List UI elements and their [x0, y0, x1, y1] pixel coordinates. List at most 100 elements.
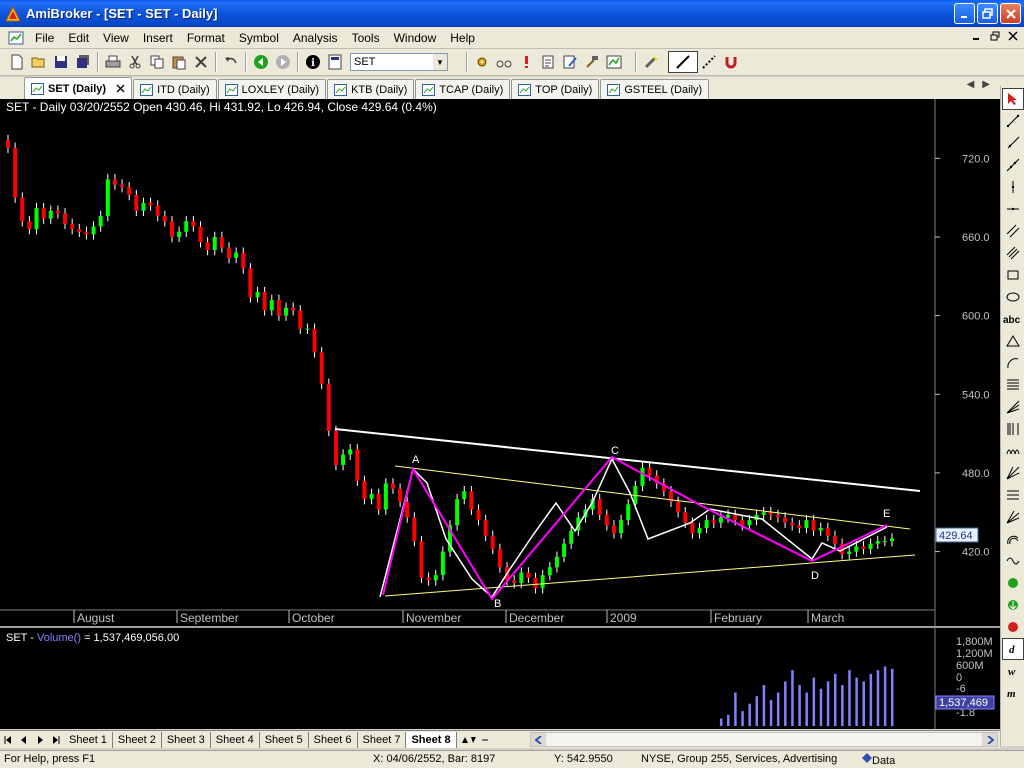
tab-tcap-daily[interactable]: TCAP (Daily)	[415, 79, 511, 99]
indicator-button[interactable]	[471, 51, 493, 73]
mdi-minimize-button[interactable]	[972, 30, 982, 44]
price-chart[interactable]: SET - Daily 03/20/2552 Open 430.46, Hi 4…	[0, 99, 1000, 729]
menu-edit[interactable]: Edit	[61, 29, 96, 47]
line-style-button[interactable]	[668, 51, 698, 73]
regression-tool[interactable]	[1002, 484, 1024, 506]
fibonacci-timezone-tool[interactable]	[1002, 418, 1024, 440]
wizard-button[interactable]	[581, 51, 603, 73]
trendline-tool[interactable]	[1002, 110, 1024, 132]
scroll-right-button[interactable]	[982, 733, 997, 746]
menu-insert[interactable]: Insert	[136, 29, 180, 47]
vertical-line-tool[interactable]	[1002, 176, 1024, 198]
sheet-tab-5[interactable]: Sheet 5	[260, 731, 309, 748]
channel-lower-line[interactable]	[384, 554, 916, 597]
minimize-button[interactable]	[954, 3, 975, 24]
tab-scroll-left-icon[interactable]: ◀	[967, 79, 975, 90]
sheet-tab-7[interactable]: Sheet 7	[358, 731, 407, 748]
sheet-next-button[interactable]	[32, 732, 48, 748]
sheet-last-button[interactable]	[48, 732, 64, 748]
select-tool[interactable]	[1001, 88, 1024, 110]
tab-top-daily[interactable]: TOP (Daily)	[511, 79, 600, 99]
ellipse-tool[interactable]	[1002, 286, 1024, 308]
menu-symbol[interactable]: Symbol	[232, 29, 286, 47]
scroll-left-button[interactable]	[531, 733, 546, 746]
menu-format[interactable]: Format	[180, 29, 232, 47]
triangle-tool[interactable]	[1002, 330, 1024, 352]
menu-file[interactable]: File	[28, 29, 61, 47]
open-button[interactable]	[28, 51, 50, 73]
undo-button[interactable]	[220, 51, 242, 73]
new-button[interactable]	[6, 51, 28, 73]
sheet-first-button[interactable]	[0, 732, 16, 748]
upper-trendline[interactable]	[334, 428, 921, 492]
sheet-tab-3[interactable]: Sheet 3	[162, 731, 211, 748]
save-button[interactable]	[50, 51, 72, 73]
horizontal-scrollbar[interactable]	[530, 732, 998, 747]
highlighter-button[interactable]	[640, 51, 662, 73]
chart-button[interactable]	[603, 51, 625, 73]
channel-tool[interactable]	[1002, 242, 1024, 264]
menu-tools[interactable]: Tools	[345, 29, 387, 47]
cut-button[interactable]	[124, 51, 146, 73]
print-button[interactable]	[102, 51, 124, 73]
arc-tool[interactable]	[1002, 352, 1024, 374]
menu-view[interactable]: View	[96, 29, 136, 47]
symbol-info-button[interactable]	[324, 51, 346, 73]
horizontal-line-tool[interactable]	[1002, 198, 1024, 220]
tab-itd-daily[interactable]: ITD (Daily)	[133, 79, 217, 99]
paste-button[interactable]	[168, 51, 190, 73]
ray-tool[interactable]	[1002, 132, 1024, 154]
sheet-prev-button[interactable]	[16, 732, 32, 748]
sheet-tab-8[interactable]: Sheet 8	[406, 731, 457, 748]
green-marker-tool[interactable]	[1002, 572, 1024, 594]
sell-marker-tool[interactable]	[1002, 616, 1024, 638]
tab-scroll-right-icon[interactable]: ▶	[982, 79, 990, 90]
menu-help[interactable]: Help	[443, 29, 482, 47]
rectangle-tool[interactable]	[1002, 264, 1024, 286]
edit-formula-button[interactable]	[559, 51, 581, 73]
back-button[interactable]	[250, 51, 272, 73]
monthly-interval-button[interactable]: m	[1002, 682, 1024, 704]
weekly-interval-button[interactable]: w	[1002, 660, 1024, 682]
menu-analysis[interactable]: Analysis	[286, 29, 345, 47]
fibonacci-fan-tool[interactable]	[1002, 396, 1024, 418]
sheet-tab-4[interactable]: Sheet 4	[211, 731, 260, 748]
arrow-marker-tool[interactable]	[1002, 594, 1024, 616]
sheet-scroll-button[interactable]	[457, 732, 493, 748]
symbol-select[interactable]: SET ▼	[350, 53, 448, 71]
gann-tool[interactable]	[1002, 462, 1024, 484]
menu-window[interactable]: Window	[387, 29, 444, 47]
daily-interval-button[interactable]: d	[1001, 638, 1024, 660]
forward-button[interactable]	[272, 51, 294, 73]
sheet-tab-2[interactable]: Sheet 2	[113, 731, 162, 748]
tab-ktb-daily[interactable]: KTB (Daily)	[327, 79, 415, 99]
tab-set-daily[interactable]: SET (Daily)	[24, 77, 133, 99]
parallel-line-tool[interactable]	[1002, 220, 1024, 242]
magnet-button[interactable]	[720, 51, 742, 73]
fibonacci-retracement-tool[interactable]	[1002, 374, 1024, 396]
cycles-tool[interactable]	[1002, 440, 1024, 462]
extended-line-tool[interactable]	[1002, 154, 1024, 176]
scan-button[interactable]	[493, 51, 515, 73]
delete-button[interactable]	[190, 51, 212, 73]
save-all-button[interactable]	[72, 51, 94, 73]
mdi-restore-button[interactable]	[990, 30, 1000, 44]
restore-button[interactable]	[977, 3, 998, 24]
report-button[interactable]	[537, 51, 559, 73]
arcs-tool[interactable]	[1002, 528, 1024, 550]
copy-button[interactable]	[146, 51, 168, 73]
tab-loxley-daily[interactable]: LOXLEY (Daily)	[217, 79, 327, 99]
dotted-line-button[interactable]	[698, 51, 720, 73]
tab-gsteel-daily[interactable]: GSTEEL (Daily)	[600, 79, 710, 99]
text-tool[interactable]: abc	[1002, 308, 1024, 330]
sheet-tab-6[interactable]: Sheet 6	[309, 731, 358, 748]
close-icon[interactable]	[116, 84, 125, 93]
chevron-down-icon[interactable]: ▼	[433, 54, 447, 70]
close-button[interactable]	[1000, 3, 1021, 24]
mdi-close-button[interactable]	[1008, 30, 1018, 44]
alert-button[interactable]	[515, 51, 537, 73]
info-button[interactable]: i	[302, 51, 324, 73]
pitchfork-tool[interactable]	[1002, 506, 1024, 528]
chart-pane[interactable]: SET - Daily 03/20/2552 Open 430.46, Hi 4…	[0, 99, 1000, 729]
sheet-tab-1[interactable]: Sheet 1	[64, 731, 113, 748]
